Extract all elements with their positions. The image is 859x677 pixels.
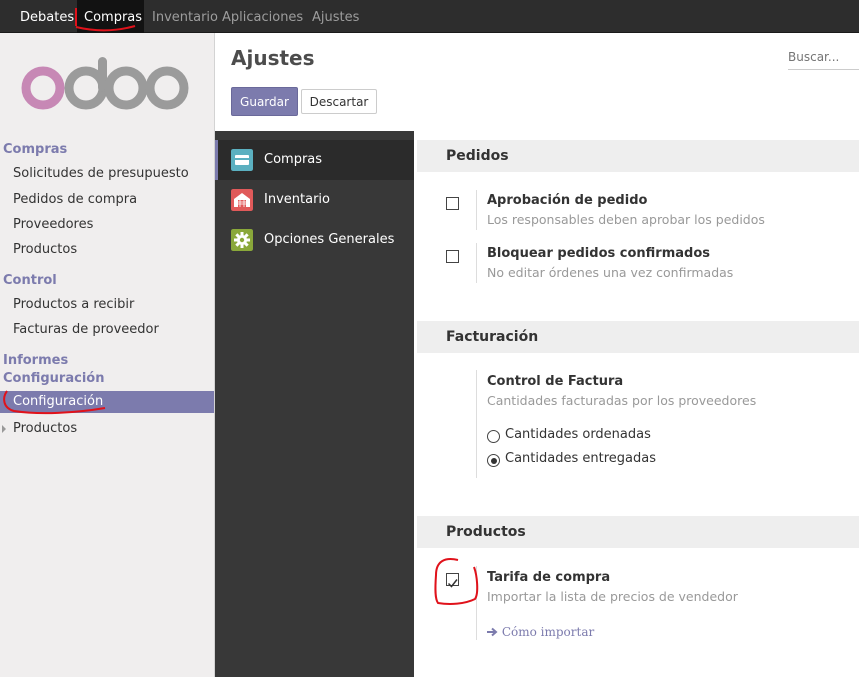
section-title: Productos bbox=[446, 524, 526, 540]
menu-aplicaciones[interactable]: Aplicaciones bbox=[222, 0, 303, 33]
sidebar-heading-compras[interactable]: Compras bbox=[3, 142, 67, 157]
lock-orders-checkbox[interactable] bbox=[446, 250, 459, 263]
sidebar-heading-informes[interactable]: Informes bbox=[3, 353, 68, 368]
menu-inventario[interactable]: Inventario bbox=[152, 0, 218, 33]
import-link-label: Cómo importar bbox=[501, 625, 595, 639]
sidebar-item-configuracion[interactable]: Configuración bbox=[0, 391, 214, 413]
tariff-checkbox[interactable] bbox=[446, 573, 459, 588]
divider bbox=[476, 370, 477, 478]
app-compras[interactable]: Compras bbox=[215, 140, 414, 180]
sidebar-item-productos[interactable]: Productos bbox=[13, 242, 77, 257]
radio-label-delivered[interactable]: Cantidades entregadas bbox=[505, 451, 656, 466]
setting-desc-control: Cantidades facturadas por los proveedore… bbox=[487, 393, 757, 408]
radio-ordered[interactable] bbox=[487, 430, 500, 443]
radio-delivered[interactable] bbox=[487, 454, 500, 467]
setting-desc-lock: No editar órdenes una vez confirmadas bbox=[487, 265, 734, 280]
expand-caret-icon[interactable] bbox=[2, 425, 6, 433]
section-header-productos: Productos bbox=[417, 516, 859, 548]
sidebar-item-label: Configuración bbox=[13, 394, 104, 409]
import-link[interactable]: Cómo importar bbox=[487, 625, 594, 639]
app-label: Inventario bbox=[264, 192, 330, 207]
save-button[interactable]: Guardar bbox=[231, 87, 298, 116]
setting-desc-approval: Los responsables deben aprobar los pedid… bbox=[487, 212, 765, 227]
section-title: Facturación bbox=[446, 329, 539, 345]
section-header-facturacion: Facturación bbox=[417, 321, 859, 353]
sidebar-item-productos-recibir[interactable]: Productos a recibir bbox=[13, 297, 134, 312]
sidebar-heading-configuracion[interactable]: Configuración bbox=[3, 371, 104, 386]
app-opciones-generales[interactable]: Opciones Generales bbox=[215, 220, 414, 260]
discard-button[interactable]: Descartar bbox=[301, 89, 377, 114]
top-menu-bar: Debates Compras Inventario Aplicaciones … bbox=[0, 0, 859, 33]
menu-ajustes[interactable]: Ajustes bbox=[312, 0, 359, 33]
setting-desc-tariff: Importar la lista de precios de vendedor bbox=[487, 589, 738, 604]
radio-selected-dot bbox=[490, 457, 497, 464]
setting-title-tariff: Tarifa de compra bbox=[487, 570, 611, 585]
arrow-right-icon bbox=[487, 627, 498, 637]
setting-title-lock: Bloquear pedidos confirmados bbox=[487, 246, 710, 261]
sidebar-item-solicitudes[interactable]: Solicitudes de presupuesto bbox=[13, 166, 189, 181]
app-label: Compras bbox=[264, 152, 323, 167]
inventory-icon bbox=[231, 189, 253, 211]
sidebar-item-facturas[interactable]: Facturas de proveedor bbox=[13, 322, 159, 337]
search-input[interactable] bbox=[788, 45, 859, 70]
odoo-logo bbox=[21, 57, 189, 110]
divider bbox=[476, 243, 477, 283]
divider bbox=[476, 566, 477, 640]
section-title: Pedidos bbox=[446, 148, 509, 164]
menu-compras[interactable]: Compras bbox=[77, 0, 144, 33]
approval-checkbox[interactable] bbox=[446, 197, 459, 210]
purchase-icon bbox=[231, 149, 253, 171]
setting-title-approval: Aprobación de pedido bbox=[487, 193, 648, 208]
setting-title-control: Control de Factura bbox=[487, 374, 624, 389]
checkmark-icon bbox=[447, 579, 458, 588]
sidebar-item-proveedores[interactable]: Proveedores bbox=[13, 217, 93, 232]
section-header-pedidos: Pedidos bbox=[417, 140, 859, 172]
app-label: Opciones Generales bbox=[264, 232, 395, 247]
app-inventario[interactable]: Inventario bbox=[215, 180, 414, 220]
sidebar-item-pedidos[interactable]: Pedidos de compra bbox=[13, 192, 137, 207]
settings-app-list: Compras Inventario Opciones Generales bbox=[215, 131, 414, 677]
radio-label-ordered[interactable]: Cantidades ordenadas bbox=[505, 427, 651, 442]
divider bbox=[476, 190, 477, 230]
gear-icon bbox=[231, 229, 253, 251]
sidebar: Compras Solicitudes de presupuesto Pedid… bbox=[0, 33, 215, 677]
sidebar-item-config-productos[interactable]: Productos bbox=[13, 421, 77, 436]
sidebar-heading-control[interactable]: Control bbox=[3, 273, 57, 288]
menu-debates[interactable]: Debates bbox=[20, 0, 74, 33]
page-title: Ajustes bbox=[231, 46, 315, 70]
